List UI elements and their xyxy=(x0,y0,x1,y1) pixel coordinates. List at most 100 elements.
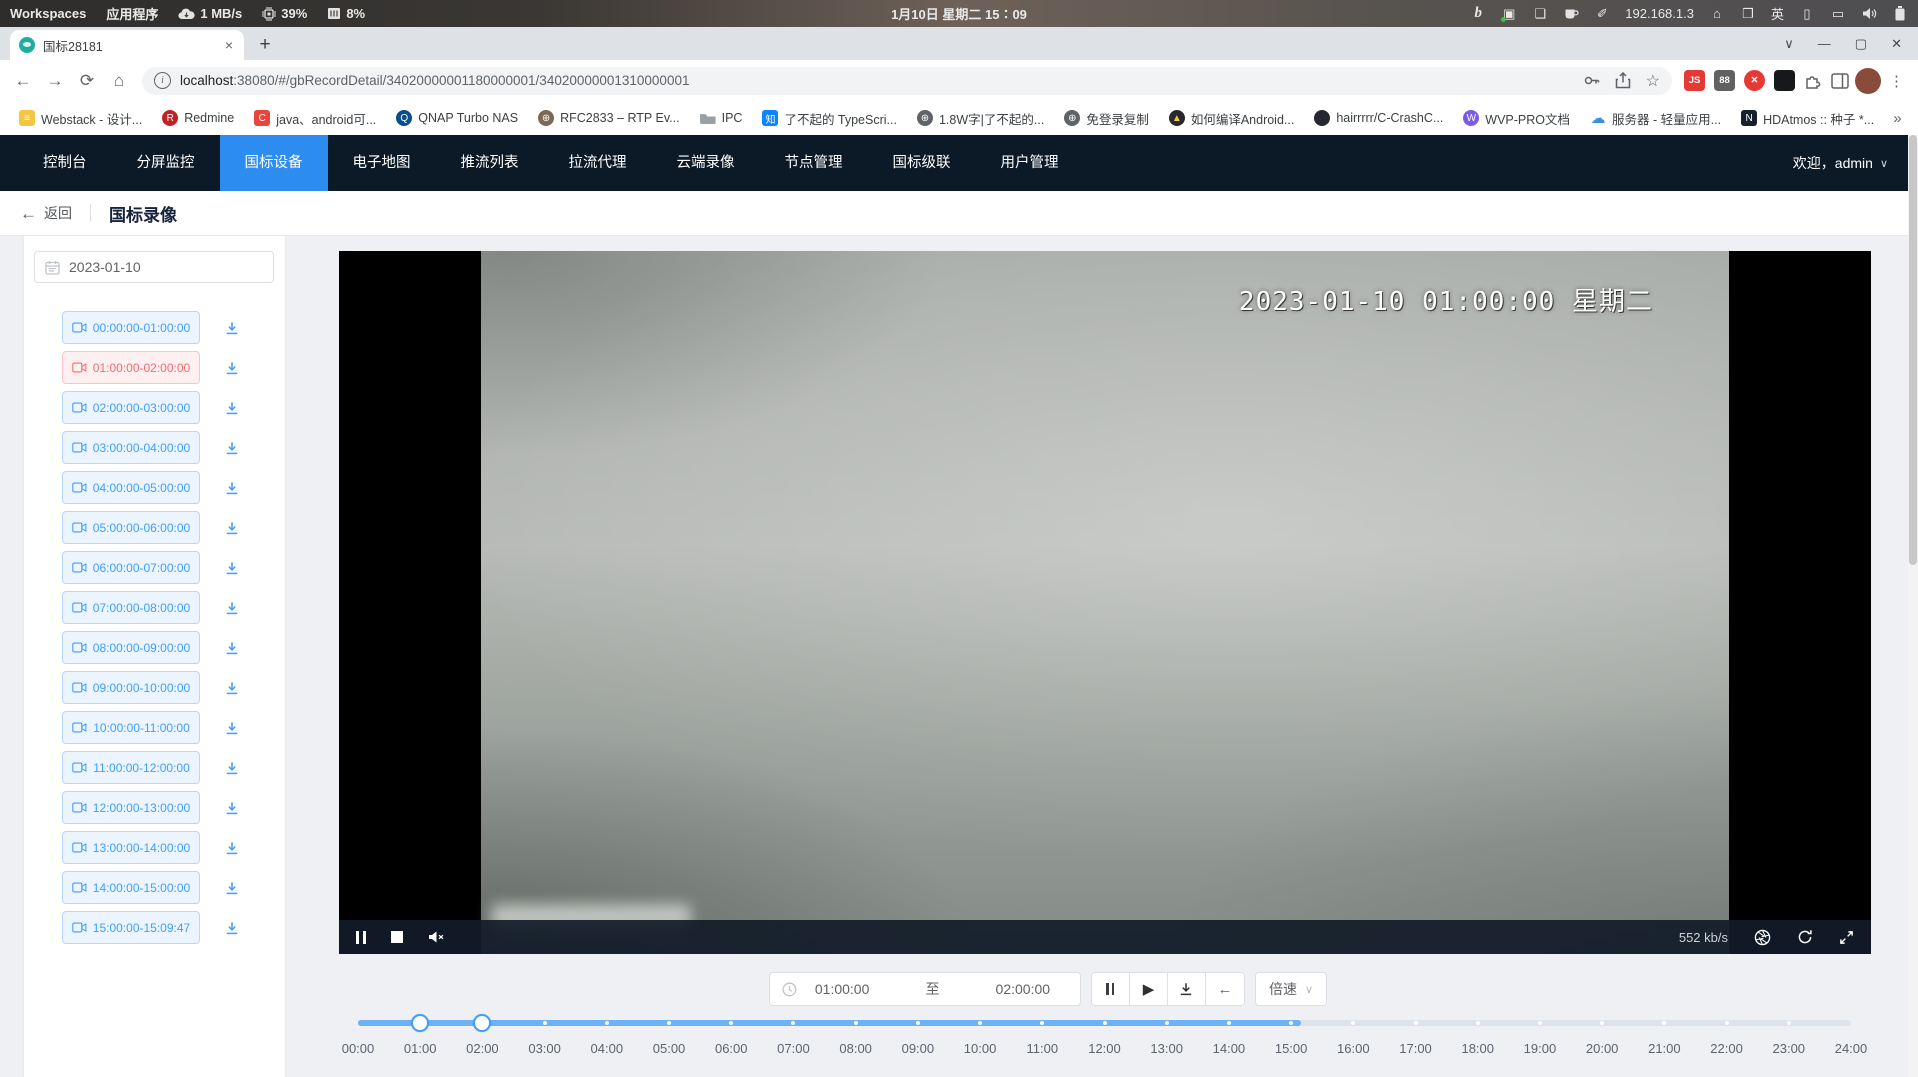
battery-icon[interactable] xyxy=(1892,5,1908,23)
nav-tab-1[interactable]: 控制台 xyxy=(18,135,112,191)
play-button[interactable]: ▶ xyxy=(1130,973,1168,1005)
tab-search-icon[interactable]: ∨ xyxy=(1784,36,1794,52)
rewind-button[interactable]: ← xyxy=(1206,973,1244,1005)
clipboard-icon[interactable]: ❏ xyxy=(1532,5,1548,23)
bookmark-item[interactable]: ⊕RFC2833 – RTP Ev... xyxy=(529,107,689,129)
address-bar[interactable]: i localhost:38080/#/gbRecordDetail/34020… xyxy=(142,67,1672,95)
tab-close-icon[interactable]: × xyxy=(223,36,235,54)
window-switcher-icon[interactable]: ❒ xyxy=(1740,5,1756,23)
segment-button[interactable]: 12:00:00-13:00:00 xyxy=(62,791,200,824)
bookmark-item[interactable]: ⊕免登录复制 xyxy=(1055,106,1158,131)
nav-tab-7[interactable]: 云端录像 xyxy=(652,135,760,191)
segment-button[interactable]: 08:00:00-09:00:00 xyxy=(62,631,200,664)
new-tab-button[interactable]: + xyxy=(252,32,278,58)
bookmark-item[interactable]: hairrrrr/C-CrashC... xyxy=(1305,107,1452,129)
start-time-value[interactable]: 01:00:00 xyxy=(797,981,887,997)
segment-download-button[interactable] xyxy=(224,840,240,856)
volume-icon[interactable] xyxy=(1861,5,1877,23)
user-menu[interactable]: 欢迎，admin ∨ xyxy=(1793,153,1918,173)
extension-88-icon[interactable]: 88 xyxy=(1714,70,1735,91)
extension-dark-icon[interactable] xyxy=(1774,70,1795,91)
bookmark-item[interactable]: QQNAP Turbo NAS xyxy=(387,107,527,129)
reload-button[interactable]: ⟳ xyxy=(72,66,102,96)
scrollbar-thumb[interactable] xyxy=(1909,135,1917,565)
segment-download-button[interactable] xyxy=(224,440,240,456)
segment-download-button[interactable] xyxy=(224,880,240,896)
segment-download-button[interactable] xyxy=(224,480,240,496)
memory-usage-indicator[interactable]: 8% xyxy=(327,6,365,21)
nav-tab-4[interactable]: 电子地图 xyxy=(328,135,436,191)
refresh-button[interactable] xyxy=(1797,929,1813,945)
segment-download-button[interactable] xyxy=(224,360,240,376)
bookmark-item[interactable]: ≡Webstack - 设计... xyxy=(10,106,151,131)
segment-download-button[interactable] xyxy=(224,800,240,816)
nav-tab-2[interactable]: 分屏监控 xyxy=(112,135,220,191)
display-icon[interactable]: ▭ xyxy=(1830,5,1846,23)
pause-button[interactable] xyxy=(1092,973,1130,1005)
nav-tab-6[interactable]: 拉流代理 xyxy=(544,135,652,191)
segment-download-button[interactable] xyxy=(224,680,240,696)
segment-button[interactable]: 04:00:00-05:00:00 xyxy=(62,471,200,504)
segment-download-button[interactable] xyxy=(224,520,240,536)
fullscreen-button[interactable] xyxy=(1839,930,1854,945)
player-stop-button[interactable] xyxy=(391,931,403,943)
input-language-indicator[interactable]: 英 xyxy=(1771,4,1784,23)
bookmark-item[interactable]: Cjava、android可... xyxy=(245,106,385,131)
window-close-button[interactable]: ✕ xyxy=(1891,36,1902,52)
segment-button[interactable]: 11:00:00-12:00:00 xyxy=(62,751,200,784)
coffee-icon[interactable] xyxy=(1563,5,1579,23)
browser-home-button[interactable]: ⌂ xyxy=(104,66,134,96)
cpu-usage-indicator[interactable]: 39% xyxy=(262,6,307,21)
nav-tab-9[interactable]: 国标级联 xyxy=(868,135,976,191)
back-button[interactable]: ← xyxy=(8,66,38,96)
time-range-input[interactable]: 01:00:00 至 02:00:00 xyxy=(769,972,1081,1006)
nav-tab-10[interactable]: 用户管理 xyxy=(976,135,1084,191)
player-mute-button[interactable] xyxy=(428,930,445,944)
segment-download-button[interactable] xyxy=(224,320,240,336)
player-pause-button[interactable] xyxy=(356,931,366,944)
bookmarks-overflow-icon[interactable]: » xyxy=(1885,110,1909,127)
download-button[interactable] xyxy=(1168,973,1206,1005)
timeline-end-handle[interactable] xyxy=(473,1014,491,1032)
extension-js-icon[interactable]: JS xyxy=(1684,70,1705,91)
adblock-icon[interactable]: ✕ xyxy=(1744,70,1765,91)
segment-button[interactable]: 00:00:00-01:00:00 xyxy=(62,311,200,344)
ip-address-label[interactable]: 192.168.1.3 xyxy=(1625,6,1694,21)
segment-download-button[interactable] xyxy=(224,760,240,776)
segment-button[interactable]: 01:00:00-02:00:00 xyxy=(62,351,200,384)
extensions-puzzle-icon[interactable] xyxy=(1804,72,1822,90)
bookmark-item[interactable]: IPC xyxy=(691,108,752,128)
bookmark-star-icon[interactable]: ☆ xyxy=(1646,71,1660,91)
page-scrollbar[interactable] xyxy=(1908,135,1918,1077)
segment-button[interactable]: 07:00:00-08:00:00 xyxy=(62,591,200,624)
nav-tab-3[interactable]: 国标设备 xyxy=(220,135,328,191)
browser-tab[interactable]: 国标28181 × xyxy=(10,30,244,60)
nav-tab-8[interactable]: 节点管理 xyxy=(760,135,868,191)
forward-button[interactable]: → xyxy=(40,66,70,96)
site-info-icon[interactable]: i xyxy=(154,72,171,89)
bookmark-item[interactable]: ☁服务器 - 轻量应用... xyxy=(1581,106,1730,131)
segment-button[interactable]: 05:00:00-06:00:00 xyxy=(62,511,200,544)
applications-button[interactable]: 应用程序 xyxy=(106,4,158,23)
segment-button[interactable]: 13:00:00-14:00:00 xyxy=(62,831,200,864)
segment-button[interactable]: 10:00:00-11:00:00 xyxy=(62,711,200,744)
back-nav-button[interactable]: ← 返回 xyxy=(20,203,72,223)
video-player[interactable]: 2023-01-10 01:00:00 星期二 552 kb/s xyxy=(339,251,1871,954)
phone-link-icon[interactable]: ▯ xyxy=(1799,5,1815,23)
browser-menu-kebab-icon[interactable]: ⋮ xyxy=(1883,72,1910,90)
bookmark-item[interactable]: WWVP-PRO文档 xyxy=(1454,106,1579,131)
screenshot-tool-icon[interactable]: ▣ xyxy=(1501,5,1517,23)
window-minimize-button[interactable]: — xyxy=(1818,36,1831,51)
window-maximize-button[interactable]: ▢ xyxy=(1855,36,1867,52)
bookmark-item[interactable]: ⊕1.8W字|了不起的... xyxy=(908,106,1053,131)
segment-button[interactable]: 03:00:00-04:00:00 xyxy=(62,431,200,464)
clock[interactable]: 1月10日 星期二 15∶09 xyxy=(891,4,1027,23)
segment-download-button[interactable] xyxy=(224,560,240,576)
bookmark-item[interactable]: NHDAtmos :: 种子 *... xyxy=(1732,106,1883,131)
home-tray-icon[interactable]: ⌂ xyxy=(1709,5,1725,23)
speed-select[interactable]: 倍速 ∨ xyxy=(1255,972,1327,1006)
profile-avatar[interactable] xyxy=(1855,68,1881,94)
segment-button[interactable]: 09:00:00-10:00:00 xyxy=(62,671,200,704)
bookmark-item[interactable]: RRedmine xyxy=(153,107,243,129)
timeline-start-handle[interactable] xyxy=(411,1014,429,1032)
